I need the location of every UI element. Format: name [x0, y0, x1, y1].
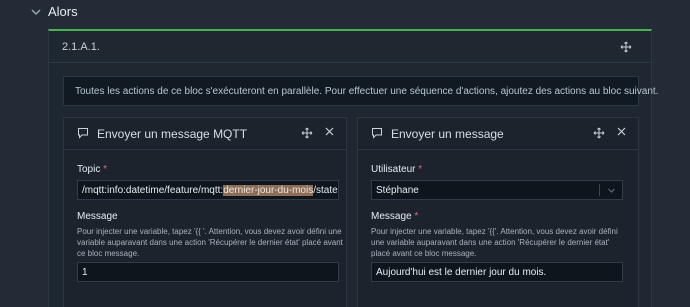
close-icon[interactable]: [616, 126, 627, 137]
parallel-info-alert: Toutes les actions de ce bloc s'exécuter…: [63, 76, 658, 106]
move-arrows-icon[interactable]: [593, 127, 605, 139]
help-line: placé avant ce bloc message.: [371, 249, 477, 258]
chevron-down-icon[interactable]: [30, 6, 42, 18]
block-title: 2.1.A.1.: [62, 41, 100, 53]
topic-highlight: dernier-jour-du-mois: [223, 185, 314, 196]
send-message-card: Envoyer un message Utilisateur * Stéphan…: [357, 117, 639, 307]
select-separator: [599, 184, 600, 196]
user-select-value: Stéphane: [376, 185, 419, 196]
chevron-down-icon[interactable]: [607, 186, 616, 195]
move-arrows-icon[interactable]: [301, 127, 313, 139]
help-line: variable auparavant dans une action 'Réc…: [77, 238, 343, 247]
section-header[interactable]: Alors: [0, 0, 690, 24]
message-label-text: Message: [371, 211, 412, 222]
topic-prefix: /mqtt:info:datetime/feature/mqtt:: [82, 185, 224, 196]
move-arrows-icon[interactable]: [620, 41, 632, 53]
message-label: Message *: [371, 211, 418, 222]
card-title: Envoyer un message: [391, 127, 504, 141]
user-label-text: Utilisateur: [371, 164, 416, 175]
help-line: une variable auparavant dans une action …: [371, 238, 610, 247]
message-input[interactable]: 1: [77, 262, 339, 282]
message-label: Message: [77, 211, 118, 222]
card-title: Envoyer un message MQTT: [97, 127, 248, 141]
card-header: Envoyer un message MQTT: [64, 118, 346, 150]
block-header: 2.1.A.1.: [49, 31, 651, 63]
message-help: Pour injecter une variable, tapez '{{ '.…: [77, 226, 343, 259]
help-line: ce bloc message.: [77, 249, 140, 258]
topic-input[interactable]: /mqtt:info:datetime/feature/mqtt:dernier…: [77, 180, 339, 200]
user-label: Utilisateur *: [371, 164, 422, 175]
message-help: Pour injecter une variable, tapez '{{'. …: [371, 226, 618, 259]
required-mark: *: [414, 211, 419, 222]
message-bubble-icon: [78, 128, 88, 139]
card-header: Envoyer un message: [358, 118, 638, 150]
message-input[interactable]: Aujourd'hui est le dernier jour du mois.: [371, 262, 623, 282]
required-mark: *: [418, 164, 423, 175]
close-icon[interactable]: [324, 126, 335, 137]
mqtt-action-card: Envoyer un message MQTT Topic * /mqtt:in…: [63, 117, 347, 307]
topic-suffix: /state: [313, 185, 338, 196]
topic-label: Topic *: [77, 164, 107, 175]
user-select[interactable]: Stéphane: [371, 180, 623, 200]
topic-label-text: Topic: [77, 164, 101, 175]
required-mark: *: [103, 164, 108, 175]
help-line: Pour injecter une variable, tapez '{{ '.…: [77, 227, 342, 236]
section-title: Alors: [48, 4, 78, 19]
action-block: 2.1.A.1. Toutes les actions de ce bloc s…: [48, 29, 658, 307]
help-line: Pour injecter une variable, tapez '{{'. …: [371, 227, 618, 236]
message-bubble-icon: [372, 128, 382, 139]
